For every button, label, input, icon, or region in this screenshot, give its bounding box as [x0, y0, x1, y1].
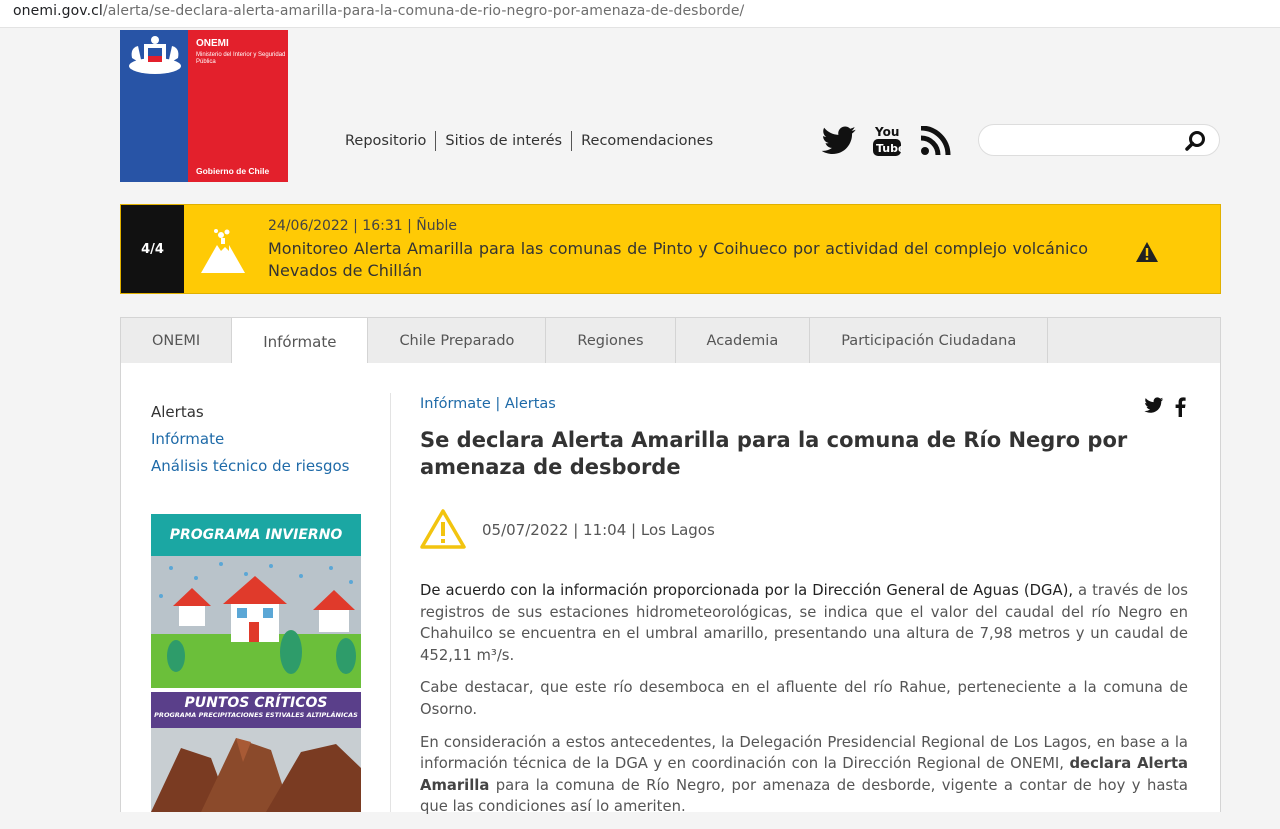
logo-footer: Gobierno de Chile [196, 166, 270, 176]
coat-of-arms-icon [129, 36, 181, 74]
paragraph-2: Cabe destacar, que este río desemboca en… [420, 679, 1188, 718]
tab-chile-preparado[interactable]: Chile Preparado [368, 318, 547, 363]
article-date: 05/07/2022 | 11:04 | Los Lagos [482, 521, 715, 539]
logo-name: ONEMI [196, 38, 229, 49]
youtube-icon[interactable]: You Tube [872, 122, 902, 158]
logo-subtitle: Ministerio del Interior y Seguridad Públ… [196, 52, 286, 65]
main-tabs: ONEMI Infórmate Chile Preparado Regiones… [120, 317, 1221, 365]
url-path: /alerta/se-declara-alerta-amarilla-para-… [102, 3, 745, 19]
svg-text:You: You [874, 125, 899, 139]
tab-onemi[interactable]: ONEMI [121, 318, 233, 363]
svg-text:Tube: Tube [876, 142, 902, 155]
banner-title: PROGRAMA INVIERNO [151, 514, 361, 556]
twitter-icon[interactable] [820, 126, 858, 156]
programa-invierno-banner[interactable]: PROGRAMA INVIERNO [151, 514, 361, 688]
article-body: De acuerdo con la información proporcion… [420, 580, 1188, 829]
url-domain: onemi.gov.cl [13, 3, 103, 19]
search-icon[interactable] [1185, 130, 1207, 152]
tab-participacion-ciudadana[interactable]: Participación Ciudadana [810, 318, 1049, 363]
top-nav: Repositorio Sitios de interés Recomendac… [336, 131, 722, 151]
sidebar-item-informate[interactable]: Infórmate [151, 426, 350, 453]
alert-meta: 24/06/2022 | 16:31 | Ñuble [268, 218, 458, 234]
share-twitter-icon[interactable] [1144, 397, 1164, 414]
nav-repositorio[interactable]: Repositorio [336, 133, 435, 149]
alert-triangle-icon [420, 509, 466, 549]
sidebar-item-alertas[interactable]: Alertas [151, 399, 350, 426]
nav-recomendaciones[interactable]: Recomendaciones [572, 133, 722, 149]
sidebar-nav: Alertas Infórmate Análisis técnico de ri… [151, 399, 350, 480]
volcano-icon [201, 229, 245, 273]
content-divider [390, 393, 391, 812]
search-input[interactable] [978, 124, 1220, 156]
banner2-header: PUNTOS CRÍTICOS PROGRAMA PRECIPITACIONES… [151, 692, 361, 728]
share-facebook-icon[interactable] [1174, 397, 1186, 417]
alert-counter: 4/4 [121, 205, 184, 293]
paragraph-3: En consideración a estos antecedentes, l… [420, 732, 1188, 818]
alert-ticker[interactable]: 4/4 24/06/2022 | 16:31 | Ñuble Monitoreo… [120, 204, 1221, 294]
breadcrumb[interactable]: Infórmate | Alertas [420, 396, 556, 412]
share-links [1144, 397, 1186, 417]
tab-regiones[interactable]: Regiones [546, 318, 676, 363]
warning-icon [1136, 242, 1158, 262]
paragraph-3-end: para la comuna de Río Negro, por amenaza… [420, 776, 1188, 816]
nav-sitios-de-interes[interactable]: Sitios de interés [436, 133, 571, 149]
alert-text[interactable]: Monitoreo Alerta Amarilla para las comun… [268, 238, 1088, 282]
tab-academia[interactable]: Academia [676, 318, 811, 363]
mountains-illustration [151, 728, 361, 812]
rss-icon[interactable] [920, 126, 952, 156]
winter-houses-illustration [151, 556, 361, 688]
banner2-title: PUNTOS CRÍTICOS [184, 695, 328, 711]
address-bar[interactable]: onemi.gov.cl/alerta/se-declara-alerta-am… [0, 0, 1280, 28]
puntos-criticos-banner[interactable]: PUNTOS CRÍTICOS PROGRAMA PRECIPITACIONES… [151, 692, 361, 812]
tab-informate[interactable]: Infórmate [232, 318, 369, 365]
onemi-logo[interactable]: ONEMI Ministerio del Interior y Segurida… [120, 30, 288, 182]
article-title: Se declara Alerta Amarilla para la comun… [420, 428, 1128, 479]
sidebar-item-analisis[interactable]: Análisis técnico de riesgos [151, 453, 350, 480]
banner2-subtitle: PROGRAMA PRECIPITACIONES ESTIVALES ALTIP… [154, 711, 358, 719]
url-text: onemi.gov.cl/alerta/se-declara-alerta-am… [13, 3, 744, 19]
paragraph-1: De acuerdo con la información proporcion… [420, 580, 1188, 666]
paragraph-1-lead: De acuerdo con la información proporcion… [420, 582, 1074, 599]
content-panel: Alertas Infórmate Análisis técnico de ri… [120, 363, 1221, 815]
